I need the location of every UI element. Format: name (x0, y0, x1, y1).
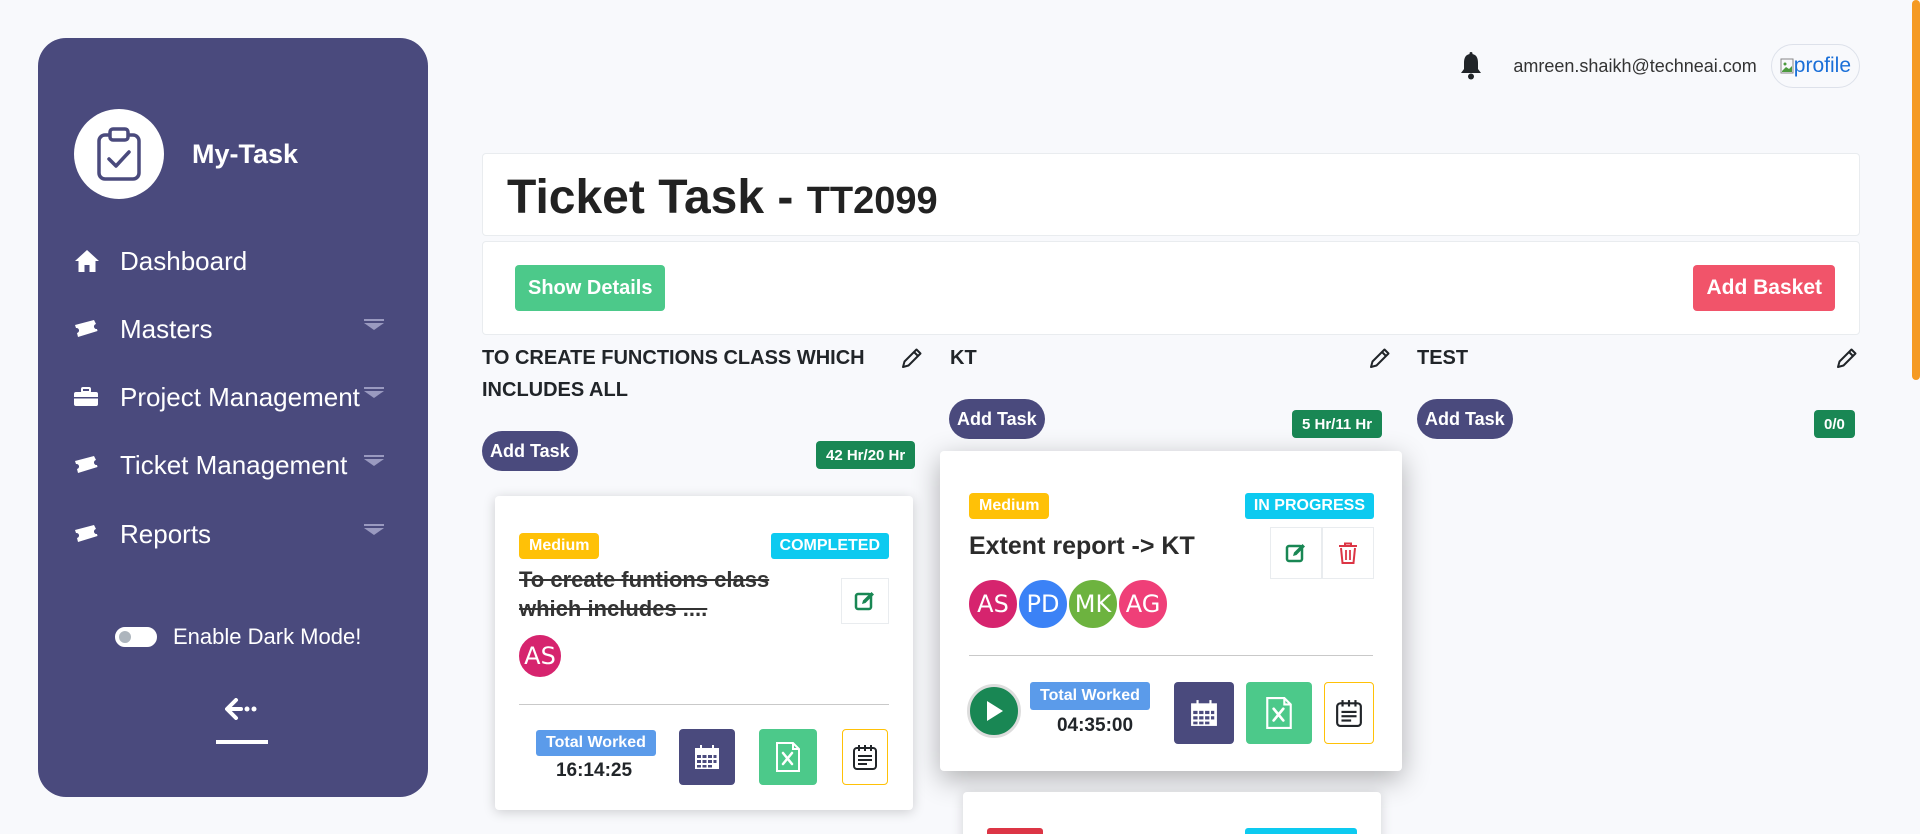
add-task-button[interactable]: Add Task (1417, 399, 1513, 439)
page-title-separator: - (764, 171, 807, 224)
avatar: PD (1017, 578, 1069, 630)
priority-badge: Medium (969, 493, 1050, 519)
total-worked-value: 16:14:25 (555, 760, 633, 781)
caret-down-icon (364, 524, 384, 535)
action-bar: Show Details Add Basket (482, 241, 1860, 335)
dark-mode-toggle[interactable] (115, 627, 157, 647)
page-title: Ticket Task (507, 171, 765, 224)
sidebar-item-masters[interactable]: Masters (74, 309, 384, 349)
topbar: amreen.shaikh@techneai.com profile (1459, 44, 1860, 88)
user-email: amreen.shaikh@techneai.com (1513, 55, 1757, 76)
priority-badge: Medium (519, 533, 600, 559)
profile-avatar[interactable]: profile (1770, 44, 1860, 88)
page-header: Ticket Task - TT2099 (482, 153, 1860, 236)
task-card[interactable] (963, 792, 1381, 834)
calendar-button[interactable] (679, 729, 735, 785)
pencil-icon[interactable] (1366, 344, 1394, 372)
sidebar-item-label: Project Management (120, 381, 360, 412)
avatar: MK (1067, 578, 1119, 630)
notes-icon (1336, 700, 1362, 727)
calendar-icon (695, 745, 719, 769)
total-worked-label: Total Worked (536, 730, 656, 756)
excel-export-button[interactable] (1246, 682, 1312, 744)
task-card[interactable]: Medium IN PROGRESS Extent report -> KT A… (940, 451, 1402, 771)
ticket-icon (74, 320, 106, 338)
collapse-underline (216, 740, 268, 744)
sidebar-item-label: Ticket Management (120, 449, 348, 480)
start-timer-button[interactable] (967, 684, 1021, 738)
excel-file-icon (1266, 697, 1292, 729)
card-divider (519, 704, 889, 705)
column-title: KT (950, 347, 977, 369)
add-task-button[interactable]: Add Task (949, 399, 1045, 439)
excel-file-icon (776, 742, 800, 772)
ticket-icon (74, 456, 106, 474)
avatar: AS (517, 633, 563, 679)
total-worked-value: 04:35:00 (1056, 715, 1134, 736)
calendar-button[interactable] (1174, 682, 1234, 744)
add-basket-button[interactable]: Add Basket (1693, 265, 1835, 311)
total-worked-label: Total Worked (1030, 682, 1150, 710)
edit-task-button[interactable] (1270, 527, 1322, 579)
clipboard-check-icon (74, 109, 164, 199)
bell-icon[interactable] (1459, 52, 1483, 80)
excel-export-button[interactable] (759, 729, 817, 785)
task-title: Extent report -> KT (969, 532, 1195, 560)
notes-icon (853, 745, 877, 770)
brand[interactable]: My-Task (74, 109, 298, 199)
column-title: TO CREATE FUNCTIONS CLASS WHICH INCLUDES… (482, 347, 865, 401)
status-badge: COMPLETED (770, 533, 889, 559)
delete-task-button[interactable] (1322, 527, 1374, 579)
task-title-line: To create funtions class (519, 567, 770, 592)
ticket-code: TT2099 (806, 180, 938, 222)
hours-badge: 42 Hr/20 Hr (816, 441, 916, 469)
avatar: AG (1117, 578, 1169, 630)
edit-icon (1285, 544, 1305, 563)
pencil-icon[interactable] (1833, 344, 1861, 372)
notes-button[interactable] (1324, 682, 1374, 744)
collapse-sidebar-button[interactable] (216, 698, 268, 744)
caret-down-icon (364, 319, 384, 330)
priority-badge (987, 828, 1043, 834)
edit-icon (854, 592, 874, 611)
notes-button[interactable] (842, 729, 888, 785)
briefcase-icon (74, 387, 106, 407)
hours-badge: 5 Hr/11 Hr (1292, 410, 1383, 438)
dark-mode-row: Enable Dark Mode! (115, 624, 361, 650)
sidebar-item-dashboard[interactable]: Dashboard (74, 241, 384, 281)
show-details-button[interactable]: Show Details (515, 265, 666, 311)
play-icon (987, 701, 1003, 721)
task-title-line: which includes .... (519, 596, 708, 621)
sidebar-item-label: Dashboard (120, 245, 248, 276)
task-card[interactable]: Medium COMPLETED To create funtions clas… (495, 496, 913, 810)
caret-down-icon (364, 387, 384, 398)
hours-badge: 0/0 (1814, 410, 1855, 438)
column-title: TEST (1417, 347, 1469, 369)
card-divider (969, 655, 1373, 656)
profile-alt-text: profile (1793, 54, 1851, 77)
trash-icon (1339, 542, 1357, 564)
sidebar-item-label: Reports (120, 518, 212, 549)
sidebar: My-Task Dashboard Masters Project Manage… (38, 38, 428, 797)
ticket-icon (74, 525, 106, 543)
caret-down-icon (364, 455, 384, 466)
task-title: To create funtions class which includes … (519, 565, 819, 623)
dark-mode-label: Enable Dark Mode! (173, 624, 362, 649)
status-badge: IN PROGRESS (1244, 493, 1374, 519)
calendar-icon (1191, 700, 1217, 726)
add-task-button[interactable]: Add Task (482, 431, 578, 471)
sidebar-item-label: Masters (120, 313, 213, 344)
avatar: AS (967, 578, 1019, 630)
pencil-icon[interactable] (898, 344, 926, 372)
edit-task-button[interactable] (841, 578, 889, 624)
sidebar-item-reports[interactable]: Reports (74, 514, 384, 554)
arrow-left-icon (225, 698, 257, 720)
broken-image-icon (1780, 58, 1794, 74)
sidebar-item-ticket-management[interactable]: Ticket Management (74, 445, 384, 485)
sidebar-item-project-management[interactable]: Project Management (74, 377, 384, 417)
brand-name: My-Task (192, 138, 299, 169)
status-badge (1245, 828, 1357, 834)
page-scrollbar[interactable] (1912, 0, 1920, 380)
home-icon (74, 249, 106, 273)
